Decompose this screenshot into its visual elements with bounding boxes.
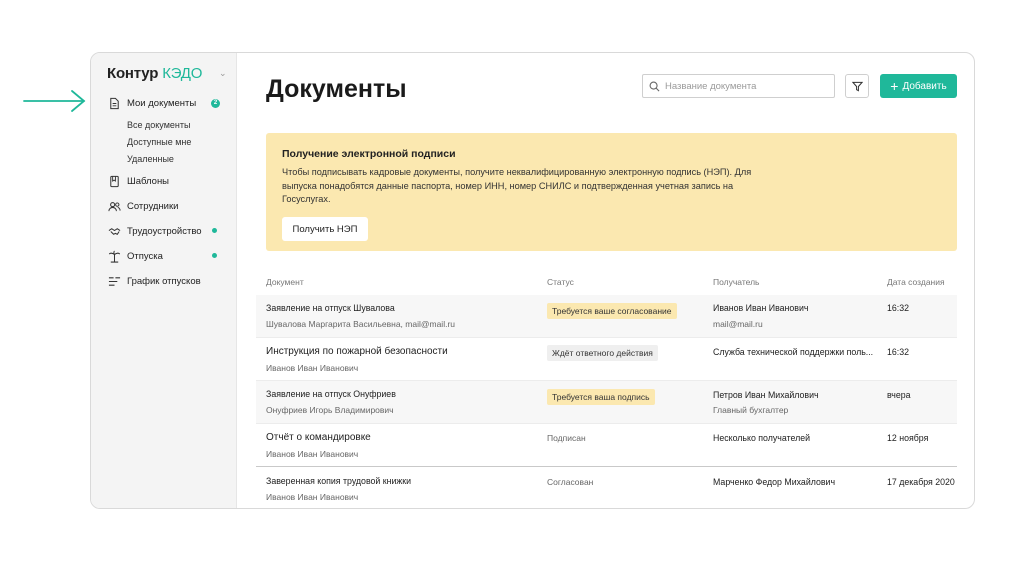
recipient-detail: Главный бухгалтер [713, 405, 789, 415]
document-name: Инструкция по пожарной безопасности [266, 346, 448, 357]
recipient-name: Служба технической поддержки поль... [713, 347, 874, 357]
bookmark-icon [107, 174, 121, 188]
logo[interactable]: Контур КЭДО [107, 65, 202, 82]
logo-text: Контур [107, 65, 159, 82]
add-button[interactable]: + Добавить [880, 74, 957, 98]
created-date: 16:32 [887, 347, 910, 357]
sidebar-subitem-deleted[interactable]: Удаленные [127, 154, 174, 164]
notification-dot [212, 228, 217, 233]
sidebar-item-employees[interactable]: Сотрудники [107, 198, 178, 214]
sidebar-item-my-documents[interactable]: Мои документы [107, 95, 196, 111]
sidebar-item-employment[interactable]: Трудоустройство [107, 223, 202, 239]
recipient-name: Иванов Иван Иванович [713, 303, 809, 313]
palm-icon [107, 249, 121, 263]
created-date: вчера [887, 390, 911, 400]
search-input[interactable]: Название документа [642, 74, 835, 98]
document-name: Заверенная копия трудовой книжки [266, 476, 412, 486]
created-date: 17 декабря 2020 [887, 477, 955, 487]
sidebar-subitem-shared[interactable]: Доступные мне [127, 137, 191, 147]
sidebar-item-label: Трудоустройство [127, 225, 202, 237]
document-name: Отчёт о командировке [266, 432, 371, 443]
page-title: Документы [266, 75, 407, 103]
document-icon [107, 96, 121, 110]
status-badge: Требуется ваша подпись [547, 389, 655, 405]
sidebar-item-vacations[interactable]: Отпуска [107, 248, 163, 264]
sidebar-item-templates[interactable]: Шаблоны [107, 173, 169, 189]
notification-dot [212, 253, 217, 258]
sidebar-subitem-all[interactable]: Все документы [127, 120, 190, 130]
recipient-detail: mail@mail.ru [713, 319, 763, 329]
handshake-icon [107, 224, 121, 238]
main-content: Документы Название документа + Добавить … [238, 53, 974, 508]
sidebar-item-vacation-schedule[interactable]: График отпусков [107, 273, 201, 289]
plus-icon: + [890, 78, 899, 94]
add-button-label: Добавить [902, 80, 947, 92]
table-row[interactable]: Заявление на отпуск Онуфриев Онуфриев Иг… [256, 381, 957, 424]
status-badge: Ждёт ответного действия [547, 345, 658, 361]
sidebar-item-label: График отпусков [127, 275, 201, 287]
logo-product: КЭДО [162, 65, 203, 82]
status-text: Подписан [547, 433, 586, 443]
document-author: Иванов Иван Иванович [266, 363, 359, 373]
created-date: 16:32 [887, 303, 910, 313]
banner-text: Чтобы подписывать кадровые документы, по… [282, 167, 752, 204]
users-icon [107, 199, 121, 213]
sidebar-item-label: Шаблоны [127, 175, 170, 187]
table-row[interactable]: Заверенная копия трудовой книжки Иванов … [256, 468, 957, 508]
get-signature-button[interactable]: Получить НЭП [282, 217, 368, 241]
column-header-status[interactable]: Статус [547, 277, 574, 287]
column-header-date[interactable]: Дата создания [887, 277, 945, 287]
document-name: Заявление на отпуск Шувалова [266, 303, 395, 313]
document-author: Шувалова Маргарита Васильевна, mail@mail… [266, 319, 456, 329]
sidebar-item-label: Сотрудники [127, 200, 179, 212]
recipient-name: Несколько получателей [713, 433, 811, 443]
document-author: Иванов Иван Иванович [266, 449, 359, 459]
sidebar: Контур КЭДО ⌄ Мои документы 2 Все докуме… [91, 53, 237, 508]
count-badge: 2 [211, 99, 220, 108]
table-row[interactable]: Отчёт о командировке Иванов Иван Иванови… [256, 424, 957, 467]
recipient-name: Петров Иван Михайлович [713, 390, 819, 400]
search-icon [649, 81, 660, 91]
banner-title: Получение электронной подписи [282, 148, 456, 160]
created-date: 12 ноября [887, 433, 929, 443]
chevron-down-icon[interactable]: ⌄ [219, 68, 227, 79]
status-text: Согласован [547, 477, 594, 487]
table-row[interactable]: Инструкция по пожарной безопасности Иван… [256, 338, 957, 381]
sidebar-item-label: Отпуска [127, 250, 163, 262]
document-author: Иванов Иван Иванович [266, 492, 359, 502]
left-arrow-head [71, 90, 86, 112]
column-header-recipient[interactable]: Получатель [713, 277, 759, 287]
sidebar-item-label: Мои документы [127, 97, 197, 109]
column-header-document[interactable]: Документ [266, 277, 304, 287]
filter-icon [851, 81, 863, 91]
recipient-name: Марченко Федор Михайлович [713, 477, 836, 487]
table-row[interactable]: Заявление на отпуск Шувалова Шувалова Ма… [256, 295, 957, 338]
status-badge: Требуется ваше согласование [547, 303, 677, 319]
document-author: Онуфриев Игорь Владимирович [266, 405, 394, 415]
signature-banner: Получение электронной подписи Чтобы подп… [266, 133, 957, 251]
schedule-icon [107, 274, 121, 288]
search-placeholder: Название документа [665, 80, 757, 92]
app-window: Контур КЭДО ⌄ Мои документы 2 Все докуме… [90, 52, 975, 509]
document-name: Заявление на отпуск Онуфриев [266, 389, 396, 399]
filter-button[interactable] [845, 74, 869, 98]
